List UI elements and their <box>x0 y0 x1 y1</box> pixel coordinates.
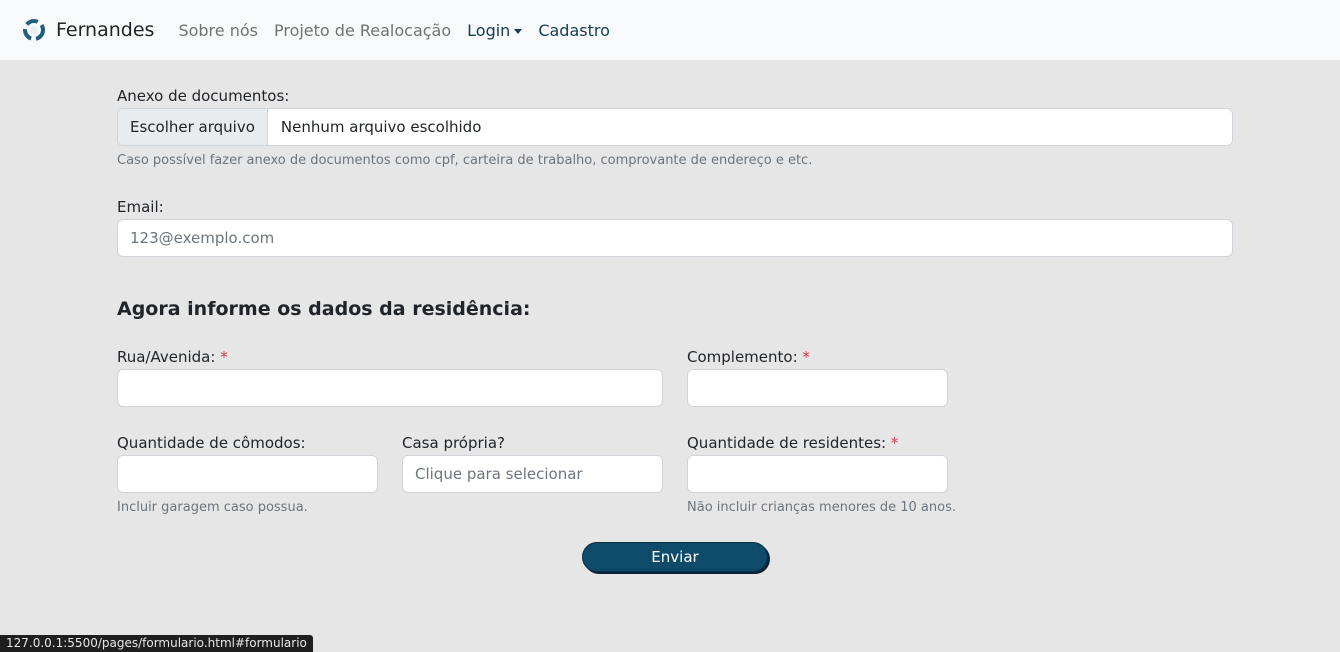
complement-label: Complemento: * <box>687 348 810 366</box>
choose-file-button[interactable]: Escolher arquivo <box>118 109 268 145</box>
complement-input[interactable] <box>687 369 948 407</box>
email-label: Email: <box>117 198 164 216</box>
own-house-placeholder: Clique para selecionar <box>415 465 583 483</box>
street-input[interactable] <box>117 369 663 407</box>
own-house-select[interactable]: Clique para selecionar <box>402 455 663 493</box>
nav-link-sobre[interactable]: Sobre nós <box>178 21 258 40</box>
section-title: Agora informe os dados da residência: <box>117 298 531 320</box>
file-name-text: Nenhum arquivo escolhido <box>280 118 482 136</box>
residents-help: Não incluir crianças menores de 10 anos. <box>687 500 956 515</box>
rooms-label: Quantidade de cômodos: <box>117 434 306 452</box>
attachments-label: Anexo de documentos: <box>117 87 290 105</box>
status-bar-url: 127.0.0.1:5500/pages/formulario.html#for… <box>0 635 313 652</box>
attachments-help: Caso possível fazer anexo de documentos … <box>117 153 813 168</box>
residents-input[interactable] <box>687 455 948 493</box>
navbar: Fernandes Sobre nós Projeto de Realocaçã… <box>0 0 1340 60</box>
street-label: Rua/Avenida: * <box>117 348 228 366</box>
brand-name: Fernandes <box>56 19 155 41</box>
required-marker: * <box>802 348 810 366</box>
required-marker: * <box>890 434 899 452</box>
caret-down-icon <box>514 28 523 34</box>
file-input[interactable]: Escolher arquivo Nenhum arquivo escolhid… <box>117 108 1233 146</box>
rooms-input[interactable] <box>117 455 378 493</box>
residents-label: Quantidade de residentes: * <box>687 434 898 452</box>
rooms-help: Incluir garagem caso possua. <box>117 500 308 515</box>
nav-link-cadastro[interactable]: Cadastro <box>538 21 610 40</box>
brand[interactable]: Fernandes <box>22 18 154 42</box>
email-field[interactable]: 123@exemplo.com <box>117 219 1233 257</box>
email-placeholder: 123@exemplo.com <box>130 229 275 247</box>
login-label: Login <box>467 20 511 40</box>
own-house-label: Casa própria? <box>402 434 505 452</box>
nav-link-projeto[interactable]: Projeto de Realocação <box>274 21 451 40</box>
nav-dropdown-login[interactable]: Login <box>467 20 523 40</box>
residents-label-text: Quantidade de residentes: <box>687 434 887 452</box>
submit-button[interactable]: Enviar <box>582 542 768 572</box>
recycle-logo-icon <box>22 18 46 42</box>
nav-links: Sobre nós Projeto de Realocação Login Ca… <box>178 21 625 40</box>
street-label-text: Rua/Avenida: <box>117 348 216 366</box>
required-marker: * <box>220 348 228 366</box>
complement-label-text: Complemento: <box>687 348 798 366</box>
